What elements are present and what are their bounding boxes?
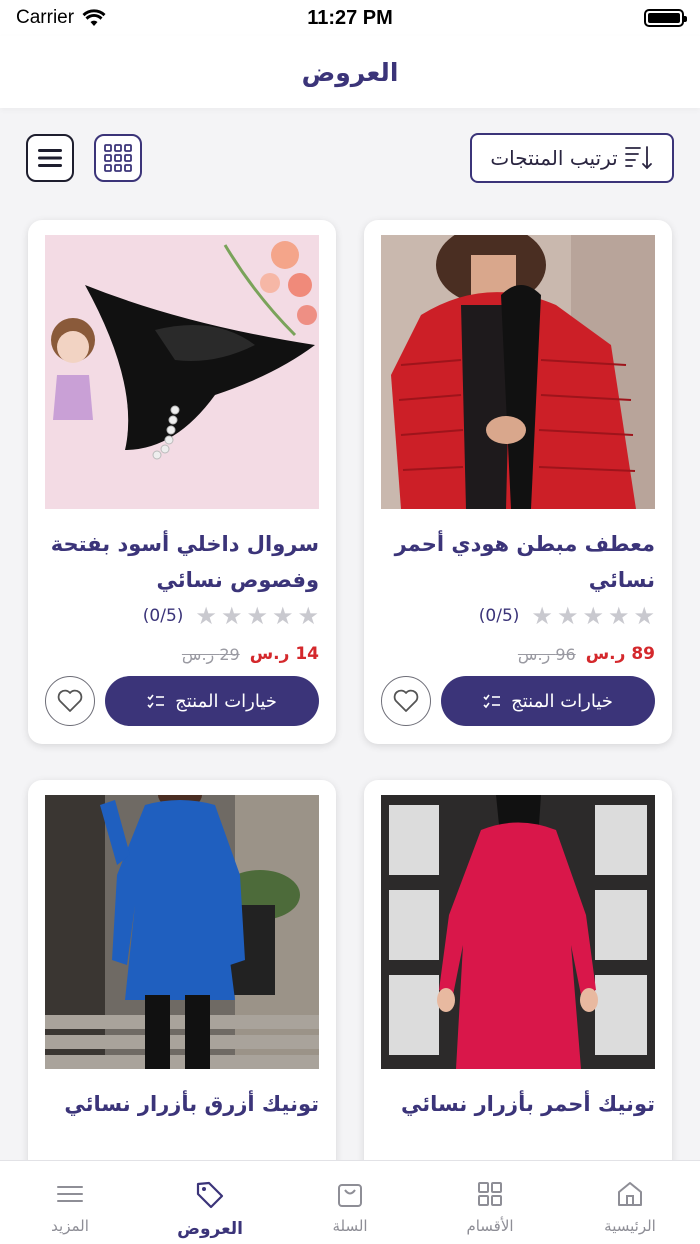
card-actions: خيارات المنتج xyxy=(45,676,319,726)
tab-cart[interactable]: السلة xyxy=(280,1161,420,1244)
product-image[interactable] xyxy=(381,795,655,1069)
star-icon: ★ xyxy=(297,602,319,630)
tab-home[interactable]: الرئيسية xyxy=(560,1161,700,1244)
product-image[interactable] xyxy=(381,235,655,509)
tag-icon xyxy=(196,1181,224,1209)
product-title[interactable]: سروال داخلي أسود بفتحة وفصوص نسائي xyxy=(45,526,319,598)
heart-icon xyxy=(57,689,83,712)
tab-label: السلة xyxy=(332,1217,368,1235)
sort-label: ترتيب المنتجات xyxy=(490,146,618,170)
price-row: 14 ر.س 29 ر.س xyxy=(45,644,319,664)
page-title: العروض xyxy=(301,57,399,87)
sort-icon xyxy=(624,146,652,170)
star-icon: ★ xyxy=(607,602,630,630)
product-card[interactable]: سروال داخلي أسود بفتحة وفصوص نسائي ★ ★ ★… xyxy=(28,220,336,744)
rating-text: (0/5) xyxy=(142,606,184,626)
tab-label: الأقسام xyxy=(466,1217,514,1235)
sale-price: 89 ر.س xyxy=(585,644,655,664)
tab-offers[interactable]: العروض xyxy=(140,1161,280,1244)
options-label: خيارات المنتج xyxy=(511,690,613,712)
bag-icon xyxy=(338,1184,362,1207)
star-icon: ★ xyxy=(271,602,294,630)
tab-bar: الرئيسية الأقسام السلة العروض المزيد xyxy=(0,1160,700,1244)
list-view-button[interactable] xyxy=(26,134,74,182)
menu-icon xyxy=(38,149,62,167)
checklist-icon xyxy=(483,694,501,709)
star-icon: ★ xyxy=(246,602,268,630)
favorite-button[interactable] xyxy=(45,676,95,726)
star-icon: ★ xyxy=(195,602,217,630)
toolbar: ترتيب المنتجات xyxy=(0,108,700,208)
heart-icon xyxy=(393,689,419,712)
rating-text: (0/5) xyxy=(478,606,520,626)
star-icon: ★ xyxy=(582,602,604,630)
view-toggles xyxy=(26,134,142,182)
battery-icon xyxy=(644,9,687,27)
nav-bar: العروض xyxy=(0,36,700,108)
favorite-button[interactable] xyxy=(381,676,431,726)
rating: ★ ★ ★ ★ ★ (0/5) xyxy=(45,604,319,628)
sort-products-button[interactable]: ترتيب المنتجات xyxy=(470,133,674,183)
product-title[interactable]: معطف مبطن هودي أحمر نسائي xyxy=(381,526,655,598)
tab-categories[interactable]: الأقسام xyxy=(420,1161,560,1244)
tab-more[interactable]: المزيد xyxy=(0,1161,140,1244)
product-card[interactable]: تونيك أحمر بأزرار نسائي xyxy=(364,780,672,1200)
menu-icon xyxy=(57,1186,83,1202)
carrier-label: Carrier xyxy=(16,7,75,28)
tab-label: المزيد xyxy=(51,1217,89,1235)
grid-view-button[interactable] xyxy=(94,134,142,182)
home-icon xyxy=(618,1182,642,1206)
tab-label: الرئيسية xyxy=(604,1217,656,1235)
product-image[interactable] xyxy=(45,235,319,509)
grid-icon xyxy=(104,144,132,172)
product-card[interactable]: تونيك أزرق بأزرار نسائي xyxy=(28,780,336,1200)
status-left: Carrier xyxy=(16,7,106,29)
tab-label: العروض xyxy=(177,1219,243,1239)
product-card[interactable]: معطف مبطن هودي أحمر نسائي ★ ★ ★ ★ ★ (0/5… xyxy=(364,220,672,744)
star-icon: ★ xyxy=(220,602,243,630)
star-icon: ★ xyxy=(556,602,579,630)
grid-icon xyxy=(478,1182,502,1206)
original-price: 96 ر.س xyxy=(517,644,576,664)
card-actions: خيارات المنتج xyxy=(381,676,655,726)
original-price: 29 ر.س xyxy=(181,644,240,664)
checklist-icon xyxy=(147,694,165,709)
options-label: خيارات المنتج xyxy=(175,690,277,712)
sale-price: 14 ر.س xyxy=(249,644,319,664)
product-title[interactable]: تونيك أحمر بأزرار نسائي xyxy=(381,1086,655,1122)
product-options-button[interactable]: خيارات المنتج xyxy=(441,676,655,726)
star-icon: ★ xyxy=(531,602,553,630)
price-row: 89 ر.س 96 ر.س xyxy=(381,644,655,664)
status-bar: Carrier 11:27 PM xyxy=(0,0,700,36)
product-options-button[interactable]: خيارات المنتج xyxy=(105,676,319,726)
wifi-icon xyxy=(82,9,106,26)
star-icon: ★ xyxy=(633,602,655,630)
rating: ★ ★ ★ ★ ★ (0/5) xyxy=(381,604,655,628)
product-image[interactable] xyxy=(45,795,319,1069)
product-title[interactable]: تونيك أزرق بأزرار نسائي xyxy=(45,1086,319,1122)
